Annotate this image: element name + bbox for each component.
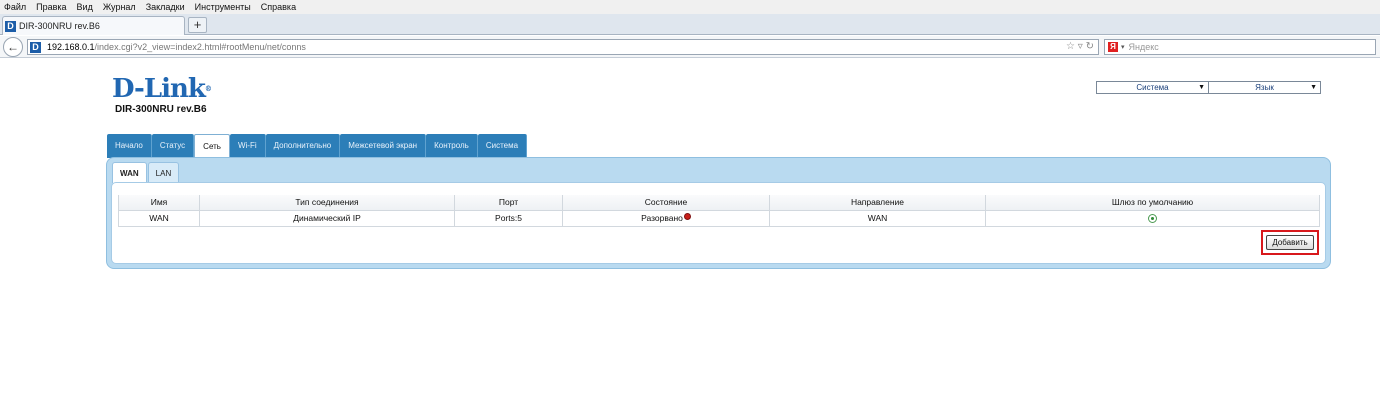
main-nav-tabs: Начало Статус Сеть Wi-Fi Дополнительно М… (107, 134, 528, 158)
browser-tabstrip: D DIR-300NRU rev.B6 + (0, 14, 1380, 35)
tab-status[interactable]: Статус (151, 134, 195, 158)
menu-edit[interactable]: Правка (36, 2, 66, 12)
system-select-value: Система (1136, 83, 1169, 92)
yandex-icon: Я (1108, 42, 1118, 52)
reload-icon[interactable]: ↻ (1086, 41, 1094, 52)
col-header-direction: Направление (769, 195, 986, 211)
dlink-logo: D-Link® (112, 74, 212, 104)
tab-network[interactable]: Сеть (194, 134, 230, 158)
menu-tools[interactable]: Инструменты (195, 2, 251, 12)
search-bar[interactable]: Я ▾ Яндекс (1104, 39, 1376, 55)
sub-tabs: WAN LAN (112, 162, 180, 183)
new-tab-button[interactable]: + (188, 17, 207, 33)
tab-firewall[interactable]: Межсетевой экран (340, 134, 427, 158)
device-model: DIR-300NRU rev.B6 (115, 104, 207, 115)
cell-port: Ports:5 (454, 210, 563, 227)
menu-view[interactable]: Вид (77, 2, 93, 12)
cell-direction: WAN (769, 210, 986, 227)
language-select[interactable]: Язык ▼ (1208, 81, 1321, 94)
dlink-favicon-icon: D (5, 20, 16, 32)
language-select-value: Язык (1255, 83, 1274, 92)
subtab-wan[interactable]: WAN (112, 162, 147, 183)
search-engine-dropdown-icon[interactable]: ▾ (1121, 43, 1125, 51)
tab-start[interactable]: Начало (107, 134, 152, 158)
chevron-down-icon: ▼ (1198, 84, 1205, 91)
table-header-row: Имя Тип соединения Порт Состояние Направ… (118, 195, 1320, 211)
subtab-lan[interactable]: LAN (147, 162, 180, 183)
dropdown-icon[interactable]: ▿ (1078, 41, 1083, 52)
col-header-state: Состояние (562, 195, 770, 211)
default-gateway-radio[interactable] (1148, 214, 1157, 224)
connections-table: Имя Тип соединения Порт Состояние Направ… (118, 195, 1320, 227)
col-header-gateway: Шлюз по умолчанию (985, 195, 1320, 211)
system-select[interactable]: Система ▼ (1096, 81, 1209, 94)
cell-gateway (985, 210, 1320, 227)
cell-state: Разорвано (562, 210, 770, 227)
menu-bookmarks[interactable]: Закладки (146, 2, 185, 12)
menu-history[interactable]: Журнал (103, 2, 136, 12)
tab-control[interactable]: Контроль (426, 134, 478, 158)
tab-system[interactable]: Система (477, 134, 528, 158)
search-input[interactable]: Яндекс (1129, 42, 1159, 52)
url-path: /index.cgi?v2_view=index2.html#rootMenu/… (94, 42, 306, 52)
menu-file[interactable]: Файл (4, 2, 26, 12)
url-host: 192.168.0.1 (47, 42, 95, 52)
chevron-down-icon: ▼ (1310, 84, 1317, 91)
browser-tab[interactable]: D DIR-300NRU rev.B6 (2, 16, 185, 35)
browser-menubar: Файл Правка Вид Журнал Закладки Инструме… (0, 0, 1380, 14)
col-header-name: Имя (118, 195, 200, 211)
table-row[interactable]: WAN Динамический IP Ports:5 Разорвано WA… (118, 210, 1320, 227)
url-bar[interactable]: D 192.168.0.1/index.cgi?v2_view=index2.h… (27, 39, 1099, 55)
bookmark-star-icon[interactable]: ☆ (1066, 41, 1075, 52)
cell-type: Динамический IP (199, 210, 455, 227)
back-arrow-icon: ← (7, 40, 19, 54)
tab-advanced[interactable]: Дополнительно (265, 134, 341, 158)
browser-navbar: ← D 192.168.0.1/index.cgi?v2_view=index2… (0, 36, 1380, 58)
col-header-type: Тип соединения (199, 195, 455, 211)
dlink-favicon-icon: D (30, 41, 41, 53)
col-header-port: Порт (454, 195, 563, 211)
back-button[interactable]: ← (3, 37, 23, 57)
cell-name: WAN (118, 210, 200, 227)
state-text: Разорвано (641, 213, 683, 223)
add-connection-button[interactable]: Добавить (1266, 235, 1314, 250)
browser-tab-title: DIR-300NRU rev.B6 (19, 21, 100, 31)
disconnected-status-icon (683, 213, 691, 220)
menu-help[interactable]: Справка (261, 2, 296, 12)
tab-wifi[interactable]: Wi-Fi (229, 134, 266, 158)
